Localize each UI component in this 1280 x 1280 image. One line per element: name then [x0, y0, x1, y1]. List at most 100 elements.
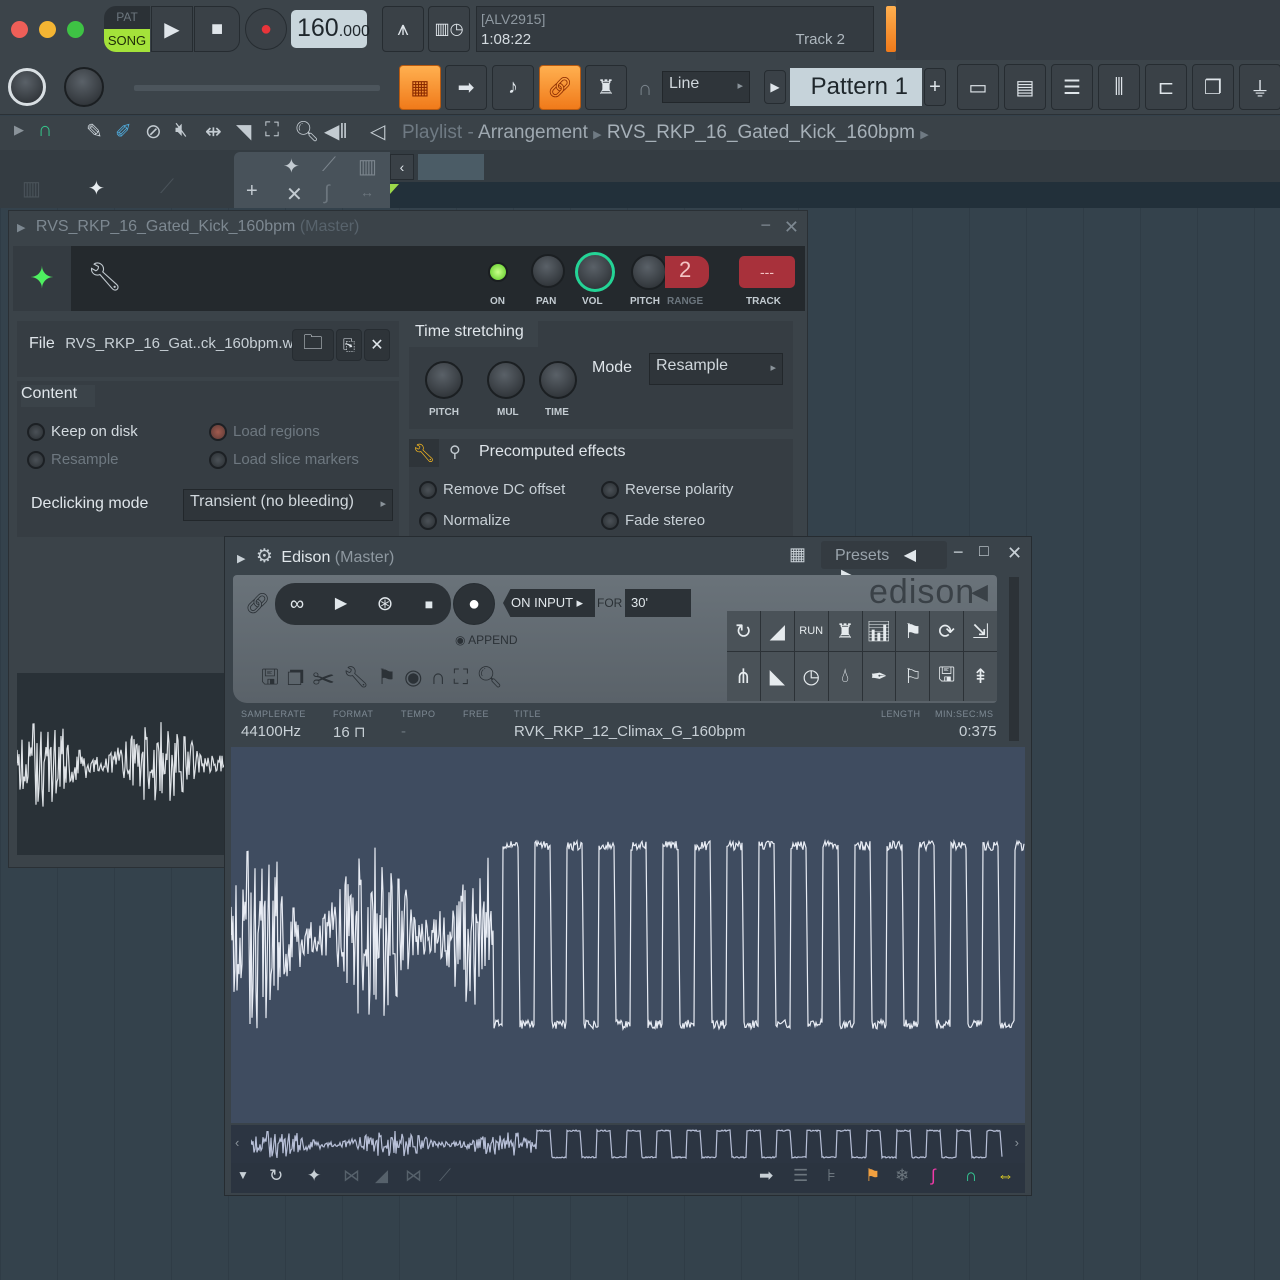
- slice-icon[interactable]: ◥: [236, 119, 251, 144]
- note-button[interactable]: ♪: [492, 65, 534, 110]
- range-display[interactable]: 2: [665, 256, 709, 288]
- minimize-icon[interactable]: −: [760, 215, 771, 236]
- record-button[interactable]: ●: [245, 8, 287, 50]
- loop-button[interactable]: ∞: [275, 583, 319, 625]
- menu-arrow-icon[interactable]: ▶: [237, 553, 245, 565]
- edison-scrollbar[interactable]: [1009, 577, 1019, 741]
- delete-icon[interactable]: ⊘: [145, 119, 162, 144]
- tempo-display[interactable]: 160.000: [291, 10, 370, 48]
- brush-icon[interactable]: ✒: [862, 652, 896, 701]
- sample-preview[interactable]: [16, 673, 231, 855]
- input-button[interactable]: ⊛: [363, 583, 407, 625]
- mic-button[interactable]: ♜: [585, 65, 627, 110]
- file-tree-button[interactable]: ⎘: [336, 329, 362, 361]
- marker-icon[interactable]: ⚑: [865, 1166, 880, 1186]
- maximize-icon[interactable]: □: [979, 543, 989, 561]
- stretch-icon[interactable]: ⇔: [997, 1166, 1014, 1186]
- minimize-window-button[interactable]: [39, 21, 56, 38]
- indent-icon[interactable]: ⊧: [827, 1166, 836, 1186]
- mixer-button[interactable]: ⫼: [1098, 64, 1140, 110]
- spectrum-icon[interactable]: 📊︎: [862, 611, 896, 651]
- browser-button[interactable]: ⊏: [1145, 64, 1187, 110]
- split-icon[interactable]: ⋈: [405, 1166, 422, 1186]
- reverse-polarity-option[interactable]: Reverse polarity: [601, 481, 733, 500]
- normalize-option[interactable]: Normalize: [419, 512, 511, 531]
- tune-icon[interactable]: ⋔: [727, 652, 760, 701]
- paint-icon[interactable]: ✐: [115, 119, 132, 144]
- automation-icon[interactable]: ⟋: [439, 1166, 451, 1186]
- wait-input-button[interactable]: ▥◷: [428, 6, 470, 52]
- scroll-right-icon[interactable]: ›: [1015, 1135, 1019, 1150]
- snowflake-icon[interactable]: ❄: [895, 1166, 909, 1186]
- time-icon[interactable]: ◷: [794, 652, 828, 701]
- on-led[interactable]: [488, 262, 508, 282]
- add-pattern-button[interactable]: +: [924, 68, 946, 106]
- pat-song-toggle[interactable]: PAT SONG: [104, 6, 150, 52]
- keep-on-disk-option[interactable]: Keep on disk: [27, 423, 138, 442]
- piano-roll-button[interactable]: ▤: [1004, 64, 1046, 110]
- snap-select[interactable]: Line: [662, 71, 750, 103]
- fade-in-icon[interactable]: ◢: [760, 611, 794, 651]
- refresh-icon[interactable]: ↻: [269, 1166, 283, 1186]
- duration-select[interactable]: 30': [625, 589, 691, 617]
- master-volume-knob[interactable]: [8, 68, 46, 106]
- master-pitch-knob[interactable]: [64, 67, 104, 107]
- window-titlebar[interactable]: ▶ RVS_RKP_16_Gated_Kick_160bpm (Master) …: [9, 211, 809, 245]
- record-button[interactable]: ●: [453, 583, 495, 625]
- grid-icon[interactable]: ▦: [789, 544, 806, 565]
- plugin-button[interactable]: ⏚: [1239, 64, 1280, 110]
- stop-button[interactable]: ■: [194, 6, 240, 52]
- mute-icon[interactable]: 🔇︎: [175, 119, 188, 142]
- save-icon[interactable]: 🖫: [261, 666, 287, 689]
- speaker-icon[interactable]: ◀: [971, 579, 988, 605]
- drop-icon[interactable]: 💧︎: [828, 652, 862, 701]
- clear-file-button[interactable]: ✕: [364, 329, 390, 361]
- overview-scrollbar[interactable]: ‹ ›: [231, 1125, 1025, 1163]
- playlist-button[interactable]: ▭: [957, 64, 999, 110]
- trim-icon[interactable]: ⋈: [343, 1166, 360, 1186]
- align-icon[interactable]: ☰: [793, 1166, 808, 1186]
- ts-pitch-knob[interactable]: [425, 361, 463, 399]
- magnet-icon[interactable]: ∩: [38, 119, 52, 142]
- pitch-knob[interactable]: [631, 254, 667, 290]
- scroll-left-icon[interactable]: ‹: [235, 1135, 239, 1150]
- select-icon[interactable]: ⛶: [265, 119, 279, 142]
- mixer-peak-button[interactable]: [886, 6, 896, 52]
- tab-sample[interactable]: ✦: [13, 246, 71, 311]
- breadcrumb-clip[interactable]: RVS_RKP_16_Gated_Kick_160bpm: [607, 122, 915, 143]
- declicking-select[interactable]: Transient (no bleeding): [183, 489, 393, 521]
- append-option[interactable]: ◉ APPEND: [455, 633, 518, 647]
- play-button[interactable]: ▶: [151, 6, 193, 52]
- presets-selector[interactable]: Presets ◀ ▶: [821, 541, 947, 584]
- playback-icon[interactable]: ◀‖: [324, 119, 348, 144]
- pencil-icon[interactable]: ✎: [86, 119, 103, 144]
- breadcrumb-arrangement[interactable]: Arrangement: [478, 122, 588, 143]
- stop-button[interactable]: ■: [407, 583, 451, 625]
- play-button[interactable]: ▶: [319, 583, 363, 625]
- arrow-button[interactable]: ➡: [445, 65, 487, 110]
- zoom-icon[interactable]: 🔍︎: [294, 119, 319, 144]
- close-icon[interactable]: ✕: [784, 217, 799, 238]
- browse-file-button[interactable]: 🗀︎: [292, 329, 334, 361]
- channel-rack-button[interactable]: ☰: [1051, 64, 1093, 110]
- playlist-scroll-thumb[interactable]: [418, 154, 484, 180]
- audio-wave-icon[interactable]: ✦: [307, 1166, 321, 1186]
- ts-time-knob[interactable]: [539, 361, 577, 399]
- pattern-selector[interactable]: Pattern 1: [790, 68, 922, 106]
- magnet-icon[interactable]: ∩: [965, 1166, 977, 1186]
- link-button[interactable]: 🔗︎: [539, 65, 581, 110]
- scroll-left-button[interactable]: ‹: [390, 154, 414, 180]
- undo-icon[interactable]: ↻: [727, 611, 760, 651]
- menu-arrow-icon[interactable]: ▶: [17, 222, 25, 234]
- load-regions-option[interactable]: Load regions: [209, 423, 320, 442]
- fade-out-icon[interactable]: ◣: [760, 652, 794, 701]
- close-icon[interactable]: ✕: [1007, 543, 1022, 564]
- sample-title[interactable]: RVK_RKP_12_Climax_G_160bpm: [514, 723, 746, 740]
- minimize-icon[interactable]: −: [953, 542, 964, 563]
- playhead-marker[interactable]: [390, 184, 399, 194]
- step-seq-button[interactable]: ▦: [399, 65, 441, 110]
- slice-icon[interactable]: ⚐: [896, 652, 930, 701]
- loop-icon[interactable]: ⟳: [930, 611, 964, 651]
- select-icon[interactable]: ⇲: [964, 611, 997, 651]
- project-button[interactable]: ❐: [1192, 64, 1234, 110]
